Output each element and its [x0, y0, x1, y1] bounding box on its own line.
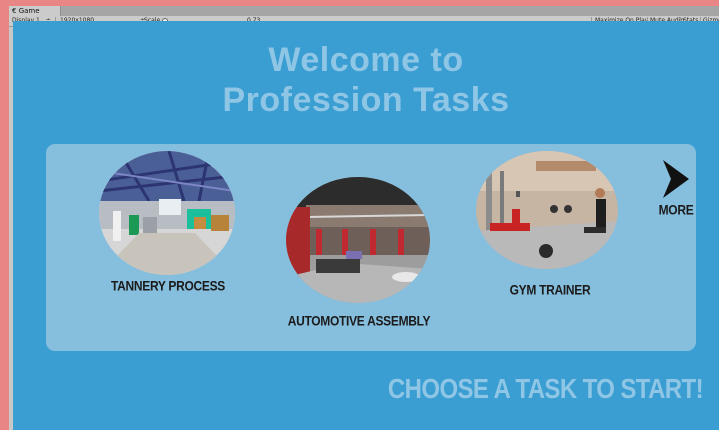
game-tab-icon: € — [12, 7, 19, 15]
gym-task-image[interactable] — [476, 151, 618, 269]
game-viewport: Welcome to Profession Tasks TANNERY PROC… — [13, 21, 719, 430]
arrow-right-icon — [663, 160, 689, 198]
choose-task-prompt: CHOOSE A TASK TO START! — [387, 373, 704, 405]
automotive-scene-illustration — [286, 177, 430, 303]
gym-scene-illustration — [476, 151, 618, 269]
gym-task-label[interactable]: GYM TRAINER — [490, 282, 610, 298]
automotive-task-label[interactable]: AUTOMOTIVE ASSEMBLY — [284, 313, 434, 329]
more-button[interactable]: MORE — [656, 160, 696, 220]
tannery-task-label[interactable]: TANNERY PROCESS — [100, 278, 236, 294]
page-title-line-1: Welcome to — [268, 41, 464, 79]
tab-bar: € Game — [9, 6, 719, 17]
more-button-label: MORE — [658, 201, 694, 219]
task-selection-panel: TANNERY PROCESS AUTOMOTIVE ASSEMBLY GYM … — [46, 144, 696, 351]
tannery-scene-illustration — [99, 151, 235, 275]
page-title-line-2: Profession Tasks — [222, 81, 510, 119]
tannery-task-image[interactable] — [99, 151, 235, 275]
automotive-task-image[interactable] — [286, 177, 430, 303]
tab-game-label: Game — [18, 7, 40, 15]
